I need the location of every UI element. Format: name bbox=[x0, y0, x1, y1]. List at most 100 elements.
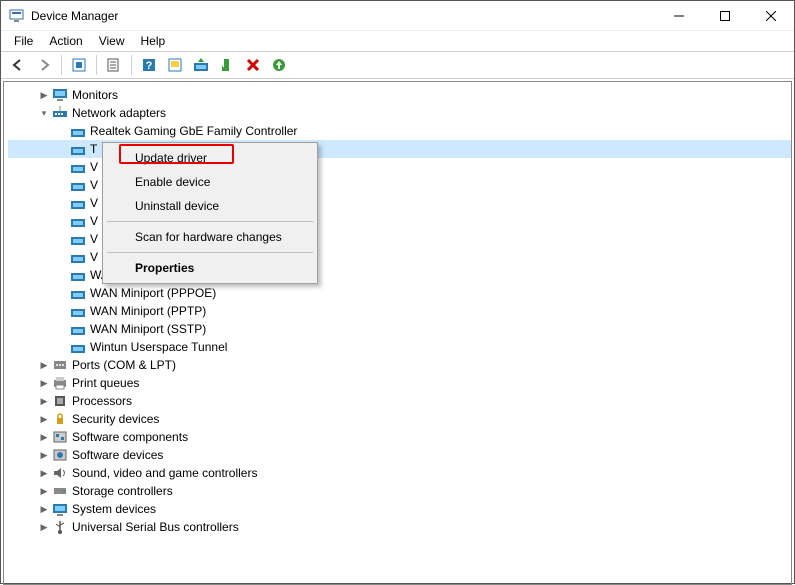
tree-label: Print queues bbox=[72, 376, 139, 390]
show-hidden-button[interactable] bbox=[68, 54, 90, 76]
tree-label: Software components bbox=[72, 430, 188, 444]
minimize-button[interactable] bbox=[656, 1, 702, 31]
expand-icon[interactable]: ▶ bbox=[38, 449, 50, 461]
network-adapter-icon bbox=[70, 339, 86, 355]
menu-help[interactable]: Help bbox=[134, 33, 173, 49]
tree-category-printqueues[interactable]: ▶ Print queues bbox=[8, 374, 791, 392]
network-adapter-icon bbox=[70, 123, 86, 139]
ctx-update-driver[interactable]: Update driver bbox=[105, 146, 315, 170]
tree-label: Security devices bbox=[72, 412, 159, 426]
tree-category-security[interactable]: ▶ Security devices bbox=[8, 410, 791, 428]
menu-view[interactable]: View bbox=[92, 33, 132, 49]
expand-icon[interactable]: ▶ bbox=[38, 413, 50, 425]
tree-label: V bbox=[90, 250, 98, 264]
printer-icon bbox=[52, 375, 68, 391]
tree-item-wintun[interactable]: Wintun Userspace Tunnel bbox=[8, 338, 791, 356]
collapse-icon[interactable]: ▾ bbox=[38, 107, 50, 119]
tree-category-processors[interactable]: ▶ Processors bbox=[8, 392, 791, 410]
ctx-properties[interactable]: Properties bbox=[105, 256, 315, 280]
ctx-scan-hardware[interactable]: Scan for hardware changes bbox=[105, 225, 315, 249]
tree-label: Realtek Gaming GbE Family Controller bbox=[90, 124, 297, 138]
tree-category-system[interactable]: ▶ System devices bbox=[8, 500, 791, 518]
tree-label: Universal Serial Bus controllers bbox=[72, 520, 239, 534]
tree-category-network[interactable]: ▾ Network adapters bbox=[8, 104, 791, 122]
scan-hardware-button[interactable] bbox=[164, 54, 186, 76]
back-button[interactable] bbox=[7, 54, 29, 76]
tree-category-usb[interactable]: ▶ Universal Serial Bus controllers bbox=[8, 518, 791, 536]
uninstall-device-button[interactable] bbox=[242, 54, 264, 76]
close-button[interactable] bbox=[748, 1, 794, 31]
security-icon bbox=[52, 411, 68, 427]
expand-icon[interactable]: ▶ bbox=[38, 521, 50, 533]
device-tree[interactable]: ▶ Monitors ▾ Network adapters Realtek Ga… bbox=[4, 82, 791, 584]
tree-label: V bbox=[90, 214, 98, 228]
expand-icon[interactable]: ▶ bbox=[38, 89, 50, 101]
properties-button[interactable] bbox=[103, 54, 125, 76]
expand-icon[interactable]: ▶ bbox=[38, 395, 50, 407]
tree-label: V bbox=[90, 160, 98, 174]
expand-icon[interactable]: ▶ bbox=[38, 377, 50, 389]
tree-category-storage[interactable]: ▶ Storage controllers bbox=[8, 482, 791, 500]
ports-icon bbox=[52, 357, 68, 373]
expand-icon[interactable]: ▶ bbox=[38, 503, 50, 515]
tree-label: Storage controllers bbox=[72, 484, 173, 498]
forward-button[interactable] bbox=[33, 54, 55, 76]
expand-icon[interactable]: ▶ bbox=[38, 431, 50, 443]
tree-item-realtek[interactable]: Realtek Gaming GbE Family Controller bbox=[8, 122, 791, 140]
usb-icon bbox=[52, 519, 68, 535]
toolbar-separator bbox=[96, 55, 97, 75]
help-button[interactable]: ? bbox=[138, 54, 160, 76]
enable-device-button[interactable] bbox=[216, 54, 238, 76]
content-area: ▶ Monitors ▾ Network adapters Realtek Ga… bbox=[3, 81, 792, 585]
network-adapter-icon bbox=[70, 303, 86, 319]
add-legacy-hardware-button[interactable] bbox=[268, 54, 290, 76]
update-driver-button[interactable] bbox=[190, 54, 212, 76]
network-adapter-icon bbox=[70, 195, 86, 211]
monitor-icon bbox=[52, 87, 68, 103]
sound-icon bbox=[52, 465, 68, 481]
maximize-button[interactable] bbox=[702, 1, 748, 31]
device-manager-icon bbox=[9, 8, 25, 24]
tree-label: Network adapters bbox=[72, 106, 166, 120]
toolbar: ? bbox=[1, 51, 794, 79]
network-adapter-icon bbox=[70, 321, 86, 337]
tree-category-ports[interactable]: ▶ Ports (COM & LPT) bbox=[8, 356, 791, 374]
menubar: File Action View Help bbox=[1, 31, 794, 51]
ctx-enable-device[interactable]: Enable device bbox=[105, 170, 315, 194]
ctx-uninstall-device[interactable]: Uninstall device bbox=[105, 194, 315, 218]
network-adapter-icon bbox=[70, 267, 86, 283]
tree-label: V bbox=[90, 196, 98, 210]
ctx-separator bbox=[107, 252, 313, 253]
tree-label: Ports (COM & LPT) bbox=[72, 358, 176, 372]
titlebar: Device Manager bbox=[1, 1, 794, 31]
expand-icon[interactable]: ▶ bbox=[38, 359, 50, 371]
svg-text:?: ? bbox=[146, 60, 153, 72]
software-device-icon bbox=[52, 447, 68, 463]
network-adapter-icon bbox=[70, 159, 86, 175]
tree-item-wan-pptp[interactable]: WAN Miniport (PPTP) bbox=[8, 302, 791, 320]
expand-icon[interactable]: ▶ bbox=[38, 485, 50, 497]
toolbar-separator bbox=[131, 55, 132, 75]
menu-file[interactable]: File bbox=[7, 33, 40, 49]
tree-label: Monitors bbox=[72, 88, 118, 102]
tree-label: WAN Miniport (PPPOE) bbox=[90, 286, 216, 300]
tree-item-wan-sstp[interactable]: WAN Miniport (SSTP) bbox=[8, 320, 791, 338]
tree-category-sound[interactable]: ▶ Sound, video and game controllers bbox=[8, 464, 791, 482]
tree-item-wan-pppoe[interactable]: WAN Miniport (PPPOE) bbox=[8, 284, 791, 302]
tree-label: V bbox=[90, 232, 98, 246]
tree-category-swcomponents[interactable]: ▶ Software components bbox=[8, 428, 791, 446]
network-adapter-icon bbox=[70, 231, 86, 247]
ctx-separator bbox=[107, 221, 313, 222]
cpu-icon bbox=[52, 393, 68, 409]
network-adapter-icon bbox=[70, 213, 86, 229]
network-adapter-icon bbox=[70, 141, 86, 157]
tree-label: Sound, video and game controllers bbox=[72, 466, 257, 480]
tree-label: WAN Miniport (PPTP) bbox=[90, 304, 206, 318]
tree-label: T bbox=[90, 142, 97, 156]
expand-icon[interactable]: ▶ bbox=[38, 467, 50, 479]
menu-action[interactable]: Action bbox=[42, 33, 89, 49]
tree-category-swdevices[interactable]: ▶ Software devices bbox=[8, 446, 791, 464]
tree-label: Software devices bbox=[72, 448, 163, 462]
tree-category-monitors[interactable]: ▶ Monitors bbox=[8, 86, 791, 104]
tree-label: WAN Miniport (SSTP) bbox=[90, 322, 206, 336]
